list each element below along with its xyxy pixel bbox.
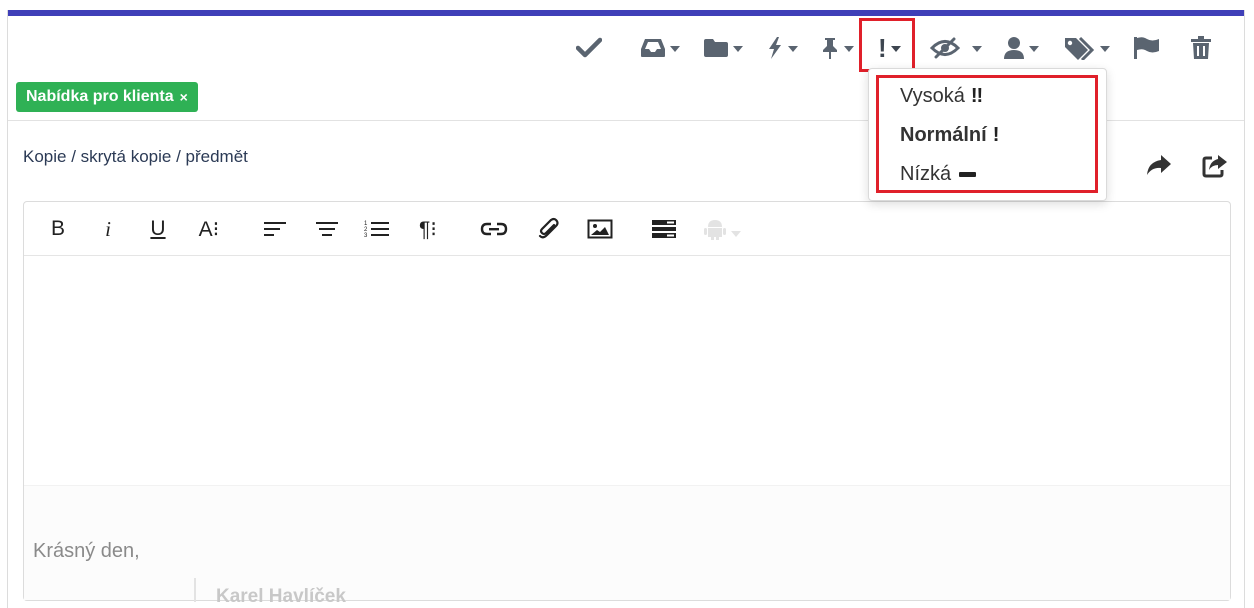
move-to-inbox-button[interactable] [640, 32, 680, 64]
paperclip-icon [538, 217, 559, 239]
share-arrow-icon [1147, 155, 1171, 175]
forward-button[interactable] [1146, 154, 1172, 183]
reply-actions [1146, 154, 1228, 183]
check-icon [576, 37, 602, 59]
accent-top-bar [8, 10, 1244, 16]
user-icon [1003, 36, 1025, 60]
chevron-down-icon [788, 46, 798, 52]
visibility-button[interactable] [930, 32, 982, 64]
template-icon [652, 220, 676, 238]
italic-button[interactable]: i [96, 214, 120, 244]
bolt-icon [766, 36, 784, 60]
assign-user-button[interactable] [1003, 32, 1039, 64]
folder-icon [703, 37, 729, 59]
android-icon [704, 220, 726, 240]
insert-image-button[interactable] [586, 214, 614, 244]
chevron-down-icon [731, 231, 741, 237]
trash-icon [1190, 36, 1212, 60]
align-center-button[interactable] [314, 214, 340, 244]
editor-toolbar: B i U A⁝ 123 ¶⁝ [24, 202, 1230, 256]
tag-label: Nabídka pro klienta [26, 88, 174, 105]
align-left-icon [264, 222, 286, 236]
attach-file-button[interactable] [536, 214, 562, 244]
numbered-list-button[interactable]: 123 [364, 214, 390, 244]
chevron-down-icon [1029, 46, 1039, 52]
delete-button[interactable] [1190, 32, 1212, 64]
share-square-icon [1202, 155, 1227, 178]
mark-done-button[interactable] [576, 32, 602, 64]
svg-text:3: 3 [364, 233, 368, 239]
insert-link-button[interactable] [480, 214, 508, 244]
chevron-down-icon [972, 46, 982, 52]
chevron-down-icon [733, 46, 743, 52]
pin-icon [820, 36, 840, 60]
align-left-button[interactable] [262, 214, 288, 244]
chevron-down-icon [844, 46, 854, 52]
numbered-list-icon: 123 [364, 221, 389, 239]
priority-options-highlight-box [876, 75, 1098, 193]
external-share-button[interactable] [1202, 154, 1228, 183]
actions-button[interactable] [766, 32, 798, 64]
priority-highlight-box [859, 18, 915, 72]
rich-text-editor: B i U A⁝ 123 ¶⁝ Krásný den, Karel Havlíč… [23, 201, 1231, 607]
image-icon [587, 219, 613, 239]
bold-button[interactable]: B [46, 214, 70, 244]
underline-button[interactable]: U [146, 214, 170, 244]
label-tag: Nabídka pro klienta × [16, 82, 198, 112]
cc-bcc-subject-link[interactable]: Kopie / skrytá kopie / předmět [23, 147, 248, 167]
inbox-icon [640, 37, 666, 59]
paragraph-format-button[interactable]: ¶⁝ [414, 214, 442, 244]
font-size-button[interactable]: A⁝ [194, 214, 224, 244]
flag-button[interactable] [1133, 32, 1161, 64]
signature-divider [194, 578, 196, 602]
link-icon [480, 222, 508, 236]
message-toolbar: ! [8, 32, 1244, 72]
tags-button[interactable] [1064, 32, 1110, 64]
editor-content-area[interactable] [24, 257, 1230, 485]
signature-name: Karel Havlíček [216, 586, 346, 607]
signature-area: Krásný den, Karel Havlíček [24, 485, 1230, 607]
chevron-down-icon [1100, 46, 1110, 52]
flag-icon [1133, 36, 1161, 60]
tag-remove-button[interactable]: × [180, 89, 188, 105]
tags-icon [1064, 36, 1096, 60]
align-center-icon [316, 222, 338, 236]
eye-slash-icon [930, 37, 960, 59]
android-options-button[interactable] [700, 214, 744, 244]
chevron-down-icon [670, 46, 680, 52]
pin-button[interactable] [820, 32, 854, 64]
insert-template-button[interactable] [650, 214, 678, 244]
signature-greeting: Krásný den, [33, 540, 140, 562]
move-to-folder-button[interactable] [703, 32, 743, 64]
